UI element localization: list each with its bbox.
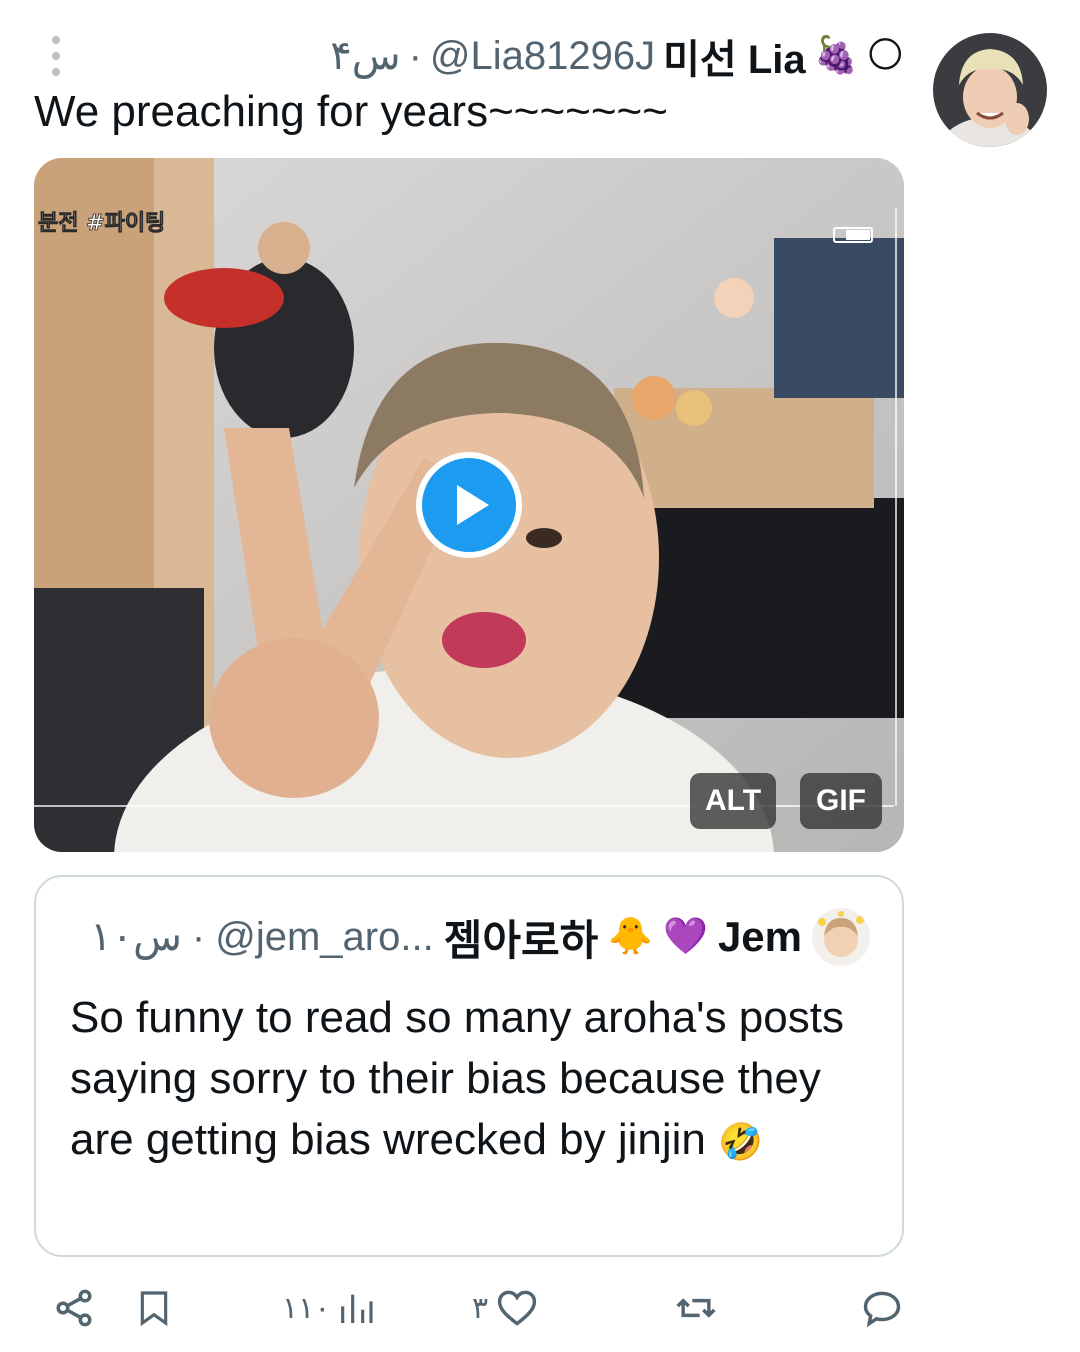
tweet-action-bar: ۱۱۰ ۳ — [0, 1278, 1080, 1338]
play-button[interactable] — [416, 452, 522, 558]
quoted-tweet-text: So funny to read so many aroha's posts s… — [70, 987, 870, 1170]
tweet-time[interactable]: ۴س — [330, 33, 400, 79]
reply-button[interactable] — [860, 1278, 904, 1338]
views-count: ۱۱۰ — [282, 1290, 331, 1326]
quoted-korean-name: 젬아로하 — [443, 916, 599, 964]
avatar-image — [933, 33, 1047, 147]
tweet-header: ۴س · @Lia81296J 미선 Lia 🍇 🌕 — [330, 28, 904, 84]
chick-emoji: 🐥 — [608, 916, 654, 957]
quoted-display-name: Jem — [717, 913, 802, 960]
tweet-text: We preaching for years~~~~~~~ — [34, 87, 668, 136]
separator-dot: · — [408, 33, 422, 78]
quoted-avatar — [812, 908, 870, 966]
repost-button[interactable] — [672, 1278, 720, 1338]
separator-dot: · — [191, 914, 206, 959]
views-button[interactable]: ۱۱۰ — [282, 1278, 376, 1338]
quoted-tweet[interactable]: ۱۰س · @jem_aro... 젬아로하 🐥 💜 Jem So funny … — [34, 875, 904, 1257]
author-handle[interactable]: @Lia81296J — [430, 34, 655, 79]
share-icon — [56, 1289, 92, 1327]
moon-emoji: 🌕 — [866, 35, 904, 76]
more-dot — [52, 52, 60, 60]
rofl-emoji: 🤣 — [718, 1122, 763, 1163]
more-dot — [52, 68, 60, 76]
quoted-handle: @jem_aro... — [215, 914, 434, 959]
views-icon — [341, 1294, 373, 1323]
bookmark-button[interactable] — [134, 1278, 174, 1338]
like-button[interactable]: ۳ — [472, 1278, 540, 1338]
grapes-emoji: 🍇 — [813, 35, 859, 76]
likes-count: ۳ — [472, 1290, 489, 1326]
author-avatar[interactable] — [933, 33, 1047, 147]
quoted-tweet-header: ۱۰س · @jem_aro... 젬아로하 🐥 💜 Jem — [90, 907, 870, 967]
heart-icon — [497, 1290, 537, 1326]
quoted-time: ۱۰س — [90, 915, 182, 959]
bookmark-icon — [140, 1291, 168, 1327]
quoted-avatar-image — [812, 908, 870, 966]
alt-badge[interactable]: ALT — [690, 773, 776, 829]
gif-badge: GIF — [800, 773, 882, 829]
repost-icon — [676, 1298, 716, 1318]
play-icon — [457, 485, 489, 525]
share-button[interactable] — [52, 1278, 96, 1338]
gif-overlay-text: 분전 #파이팅 — [38, 211, 165, 236]
reply-icon — [863, 1291, 901, 1328]
author-display-name[interactable]: 미선 Lia — [663, 27, 806, 85]
more-dot — [52, 36, 60, 44]
more-options-icon[interactable] — [44, 36, 68, 76]
purple-heart-emoji: 💜 — [663, 916, 708, 957]
